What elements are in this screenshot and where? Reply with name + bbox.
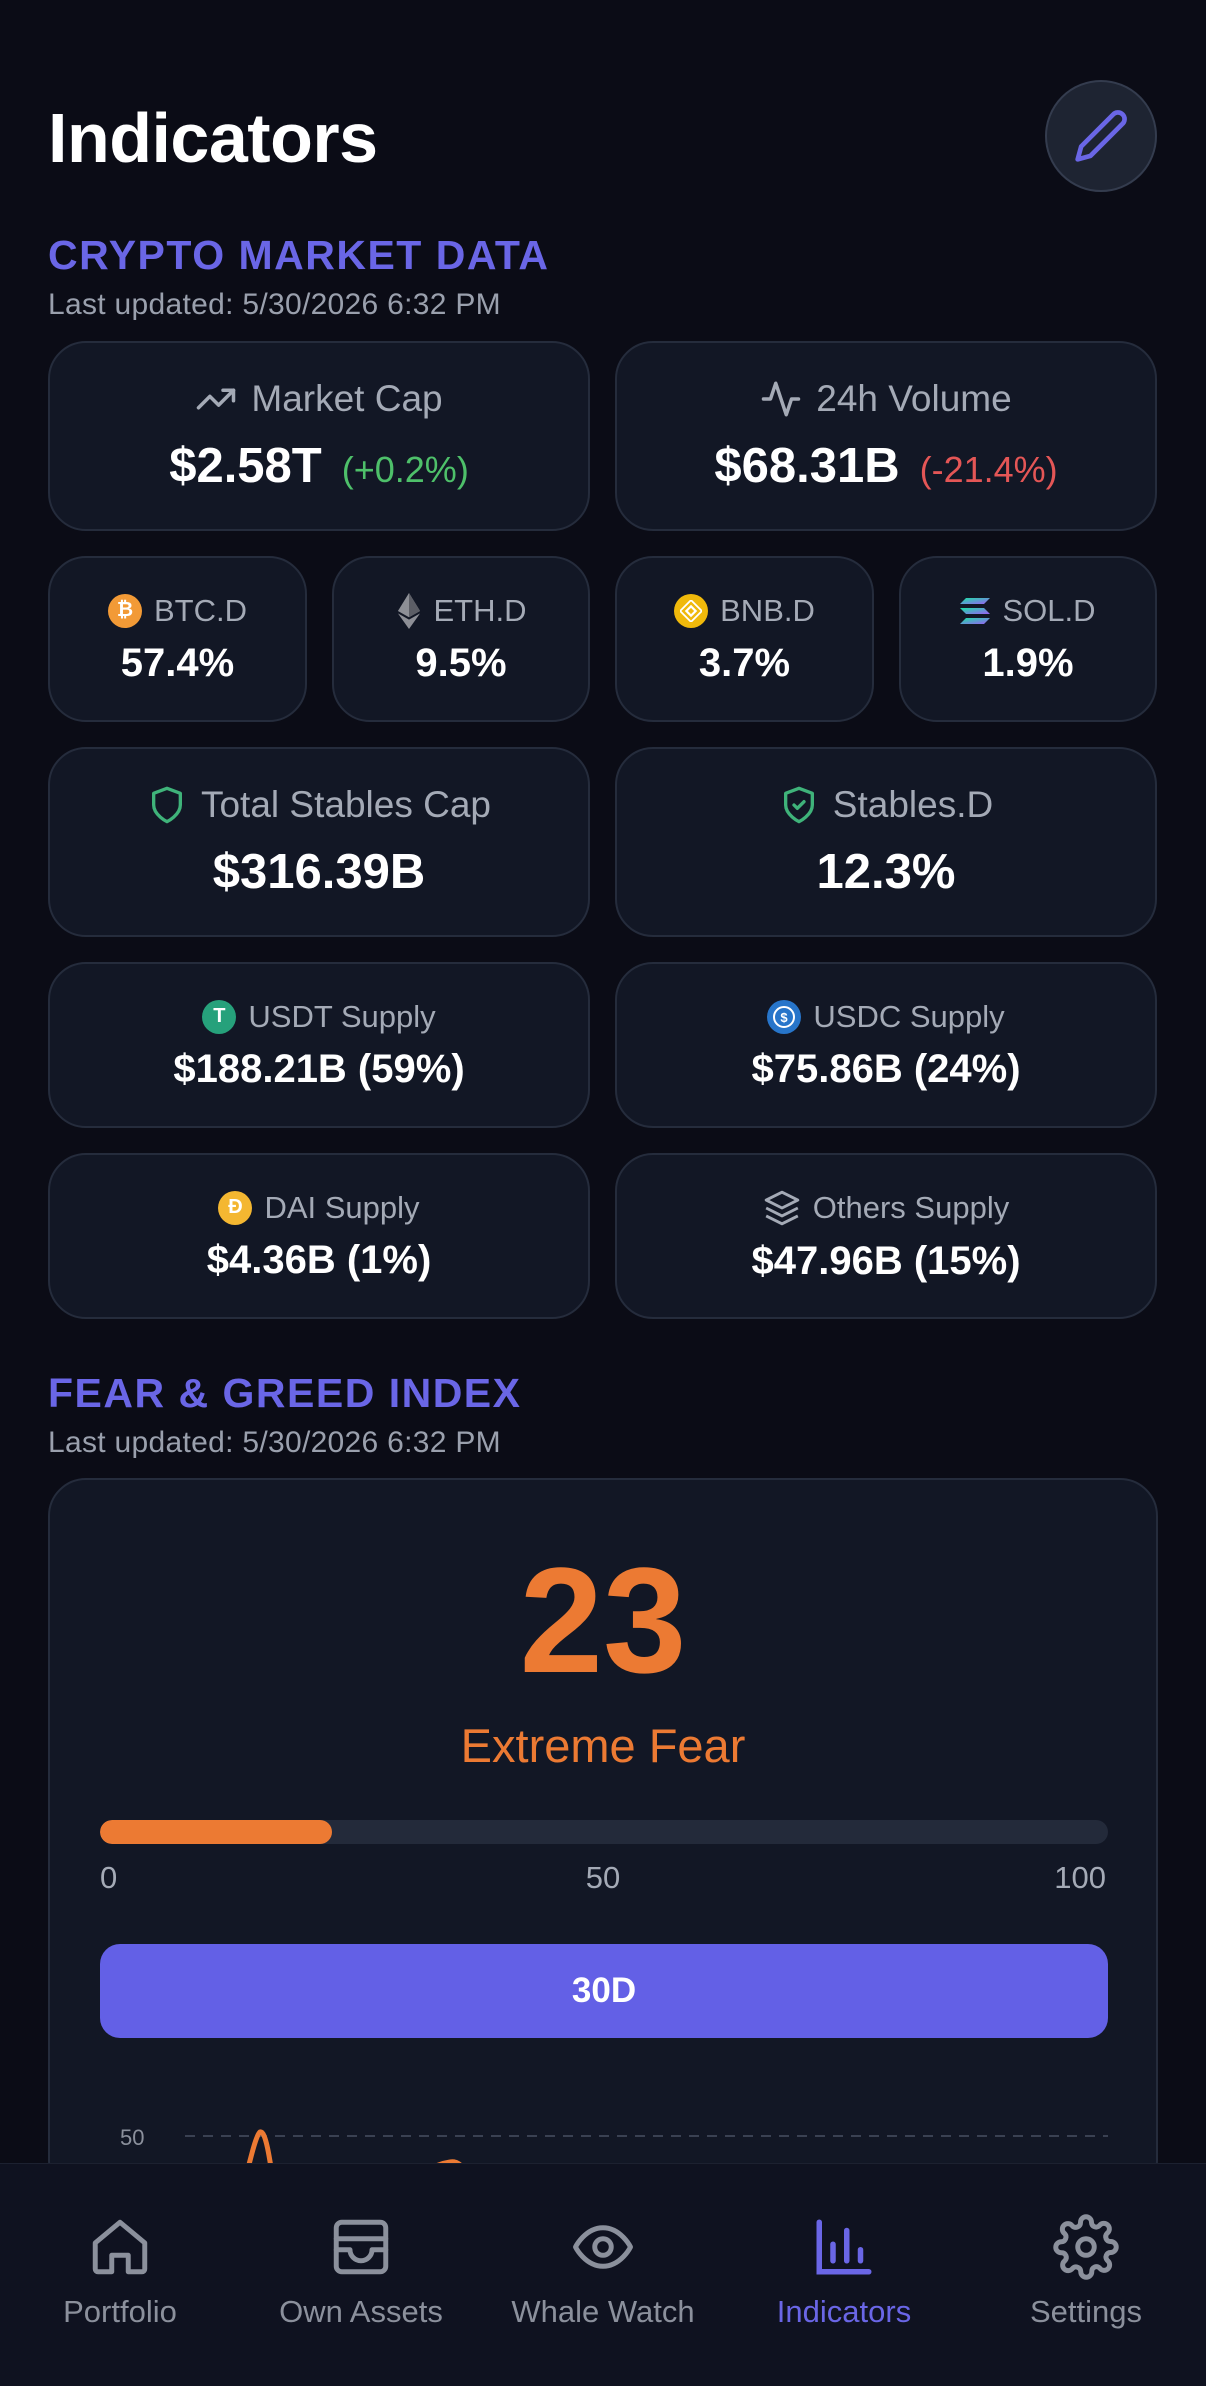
shield-check-icon [783,786,814,824]
scale-max-label: 100 [1054,1860,1106,1895]
tab-whale-watch-label: Whale Watch [511,2294,695,2329]
fear-greed-history-chart: 50 [120,2125,1108,2163]
bnb-icon [674,593,709,628]
tab-own-assets[interactable]: Own Assets [241,2214,481,2330]
solana-icon [960,597,991,624]
others-supply-card[interactable]: Others Supply $47.96B (15%) [615,1153,1157,1319]
page-title: Indicators [48,99,378,177]
bar-chart-icon [816,2219,872,2275]
usdt-supply-label: USDT Supply [248,998,436,1034]
fear-greed-last-updated: Last updated: 5/30/2026 6:32 PM [48,1426,501,1459]
btc-dominance-label: BTC.D [154,592,247,628]
tab-indicators[interactable]: Indicators [724,2214,964,2330]
fear-greed-value: 23 [519,1536,687,1704]
dai-supply-label: DAI Supply [264,1189,420,1225]
tab-portfolio[interactable]: Portfolio [0,2214,240,2330]
market-cap-value: $2.58T [169,439,322,493]
ethereum-icon [397,592,420,629]
usdt-supply-value: $188.21B (59%) [173,1046,465,1091]
activity-icon [762,381,801,417]
dai-icon: Đ [218,1190,253,1225]
stables-dominance-label: Stables.D [832,784,994,825]
tab-indicators-label: Indicators [776,2294,912,2329]
sol-dominance-card[interactable]: SOL.D 1.9% [899,556,1157,722]
sol-dominance-value: 1.9% [982,640,1074,685]
tab-own-assets-label: Own Assets [279,2294,443,2329]
usdc-supply-card[interactable]: $ USDC Supply $75.86B (24%) [615,962,1157,1128]
btc-dominance-value: 57.4% [120,640,235,685]
tether-icon: T [202,999,237,1034]
dai-supply-card[interactable]: Đ DAI Supply $4.36B (1%) [48,1153,590,1319]
market-cap-label: Market Cap [251,378,443,419]
stables-dominance-card[interactable]: Stables.D 12.3% [615,747,1157,937]
stables-dominance-value: 12.3% [816,845,956,899]
volume-change: (-21.4%) [919,449,1058,490]
indicators-screen: Indicators CRYPTO MARKET DATA Last updat… [0,0,1206,2386]
market-cap-card[interactable]: Market Cap $2.58T (+0.2%) [48,341,590,531]
bnb-dominance-value: 3.7% [698,640,791,685]
layers-icon [764,1190,800,1225]
usdt-supply-card[interactable]: T USDT Supply $188.21B (59%) [48,962,590,1128]
stables-cap-label: Total Stables Cap [200,784,491,825]
eth-dominance-label: ETH.D [433,592,527,628]
chart-axis-label: 50 [120,2125,144,2150]
wallet-icon [333,2219,389,2275]
bitcoin-icon: ₿ [108,593,142,628]
svg-text:$: $ [781,1010,789,1025]
scroll-content[interactable]: Indicators CRYPTO MARKET DATA Last updat… [0,0,1206,2163]
range-30d-button[interactable]: 30D [100,1944,1108,2038]
volume-value: $68.31B [714,439,900,493]
stables-cap-value: $316.39B [212,845,426,899]
fear-greed-card: 23 Extreme Fear 0 50 100 30D 50 [48,1478,1158,2163]
home-icon [92,2219,148,2275]
usdc-icon: $ [767,999,802,1034]
fear-greed-bar-fill [100,1820,332,1844]
bnb-dominance-label: BNB.D [720,592,815,628]
dai-supply-value: $4.36B (1%) [206,1237,432,1282]
edit-button[interactable] [1045,80,1157,192]
eth-dominance-card[interactable]: ETH.D 9.5% [332,556,590,722]
fear-greed-classification: Extreme Fear [460,1719,746,1772]
fear-greed-bar [100,1820,1108,1844]
sol-dominance-label: SOL.D [1002,592,1096,628]
market-cap-change: (+0.2%) [341,449,469,490]
bottom-tab-bar: Portfolio Own Assets Whale Watch Indicat… [0,2163,1206,2386]
market-section-title: CRYPTO MARKET DATA [48,232,550,278]
trending-up-icon [197,388,236,410]
usdc-supply-label: USDC Supply [813,998,1005,1034]
bnb-dominance-card[interactable]: BNB.D 3.7% [615,556,874,722]
tab-portfolio-label: Portfolio [63,2294,177,2329]
stables-cap-card[interactable]: Total Stables Cap $316.39B [48,747,590,937]
scale-mid-label: 50 [585,1860,621,1895]
btc-dominance-card[interactable]: ₿ BTC.D 57.4% [48,556,307,722]
others-supply-value: $47.96B (15%) [751,1238,1021,1283]
shield-icon [151,786,182,824]
eye-icon [573,2225,633,2269]
tab-whale-watch[interactable]: Whale Watch [483,2214,723,2330]
others-supply-label: Others Supply [812,1189,1010,1225]
eth-dominance-value: 9.5% [415,640,507,685]
volume-card[interactable]: 24h Volume $68.31B (-21.4%) [615,341,1157,531]
volume-label: 24h Volume [816,378,1012,419]
usdc-supply-value: $75.86B (24%) [751,1046,1021,1091]
pencil-icon [1075,110,1127,162]
fear-greed-section-title: FEAR & GREED INDEX [48,1370,522,1416]
gear-icon [1053,2214,1119,2280]
market-last-updated: Last updated: 5/30/2026 6:32 PM [48,288,501,321]
tab-settings-label: Settings [1029,2294,1142,2329]
tab-settings[interactable]: Settings [966,2214,1206,2330]
